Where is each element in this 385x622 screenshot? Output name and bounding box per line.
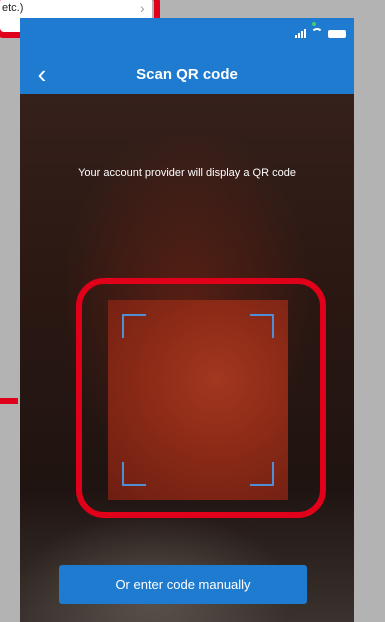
battery-icon [328,30,346,38]
navigation-bar: ‹ Scan QR code [20,54,354,94]
screenshot-canvas: etc.) › ‹ Scan QR code Your account prov… [0,0,385,622]
wifi-icon [311,28,323,38]
status-icons [295,28,346,38]
scan-instruction: Your account provider will display a QR … [78,167,296,179]
enter-code-manually-button[interactable]: Or enter code manually [59,565,307,604]
page-title: Scan QR code [136,66,238,83]
signal-icon [295,29,306,38]
annotation-arrow-tail [0,398,18,404]
status-bar [20,18,354,54]
recording-indicator [312,22,316,26]
scan-area-highlight [76,278,326,518]
